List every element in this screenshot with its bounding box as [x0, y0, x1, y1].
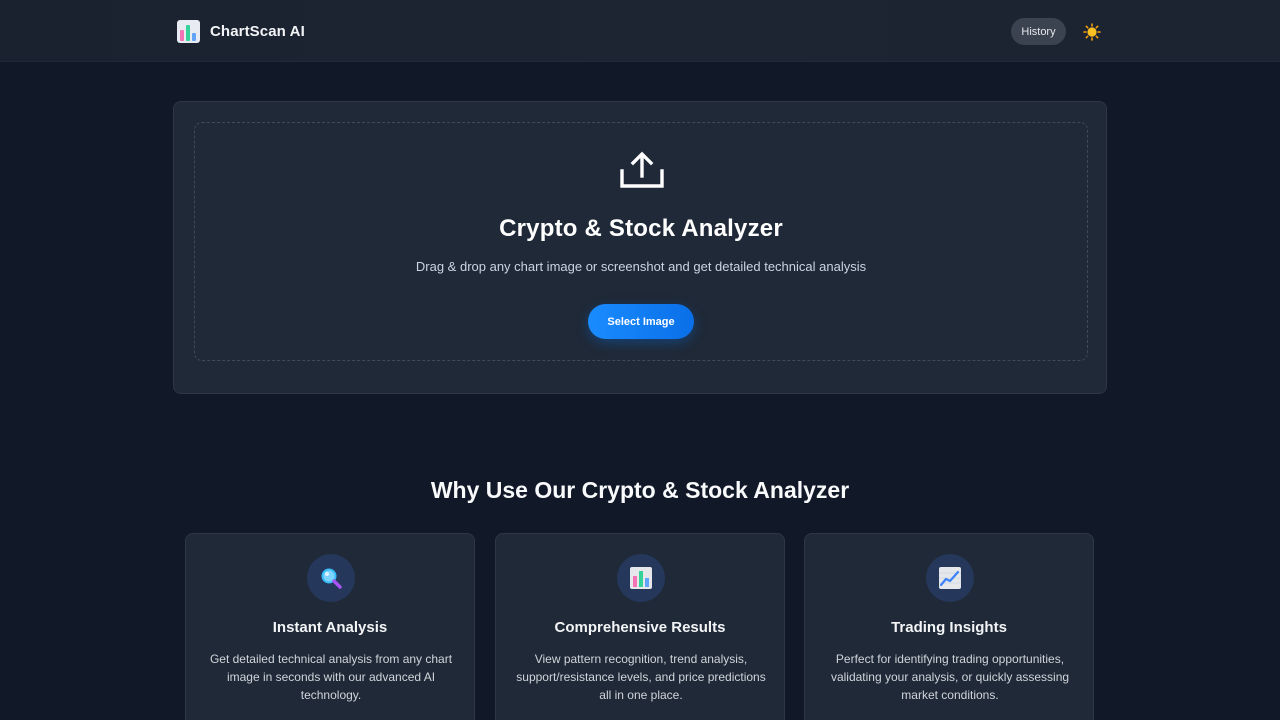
sun-icon[interactable]: [1083, 23, 1101, 41]
top-nav: ChartScan AI History: [0, 0, 1280, 62]
features-title: Why Use Our Crypto & Stock Analyzer: [430, 477, 850, 503]
feature-description: Perfect for identifying trading opportun…: [830, 652, 1070, 702]
bar-chart-icon: [617, 554, 665, 602]
page-title: Crypto & Stock Analyzer: [499, 215, 783, 242]
feature-card-comprehensive-results: Comprehensive Results View pattern recog…: [495, 533, 785, 720]
magnifier-icon: [307, 554, 355, 602]
upload-card: Crypto & Stock Analyzer Drag & drop any …: [173, 101, 1107, 394]
dropzone[interactable]: Crypto & Stock Analyzer Drag & drop any …: [194, 122, 1088, 361]
history-button[interactable]: History: [1011, 18, 1066, 45]
feature-description: View pattern recognition, trend analysis…: [516, 652, 766, 702]
trending-up-icon: [926, 554, 974, 602]
feature-title: Instant Analysis: [272, 619, 388, 636]
feature-title: Trading Insights: [891, 619, 1007, 636]
feature-card-trading-insights: Trading Insights Perfect for identifying…: [804, 533, 1094, 720]
select-image-button[interactable]: Select Image: [588, 304, 694, 339]
feature-title: Comprehensive Results: [554, 619, 726, 636]
feature-description: Get detailed technical analysis from any…: [209, 652, 453, 702]
upload-subtitle: Drag & drop any chart image or screensho…: [415, 259, 867, 274]
upload-icon: [619, 150, 665, 190]
brand[interactable]: ChartScan AI: [177, 20, 305, 43]
bar-chart-icon: [177, 20, 200, 43]
brand-name: ChartScan AI: [210, 23, 305, 40]
feature-card-instant-analysis: Instant Analysis Get detailed technical …: [185, 533, 475, 720]
